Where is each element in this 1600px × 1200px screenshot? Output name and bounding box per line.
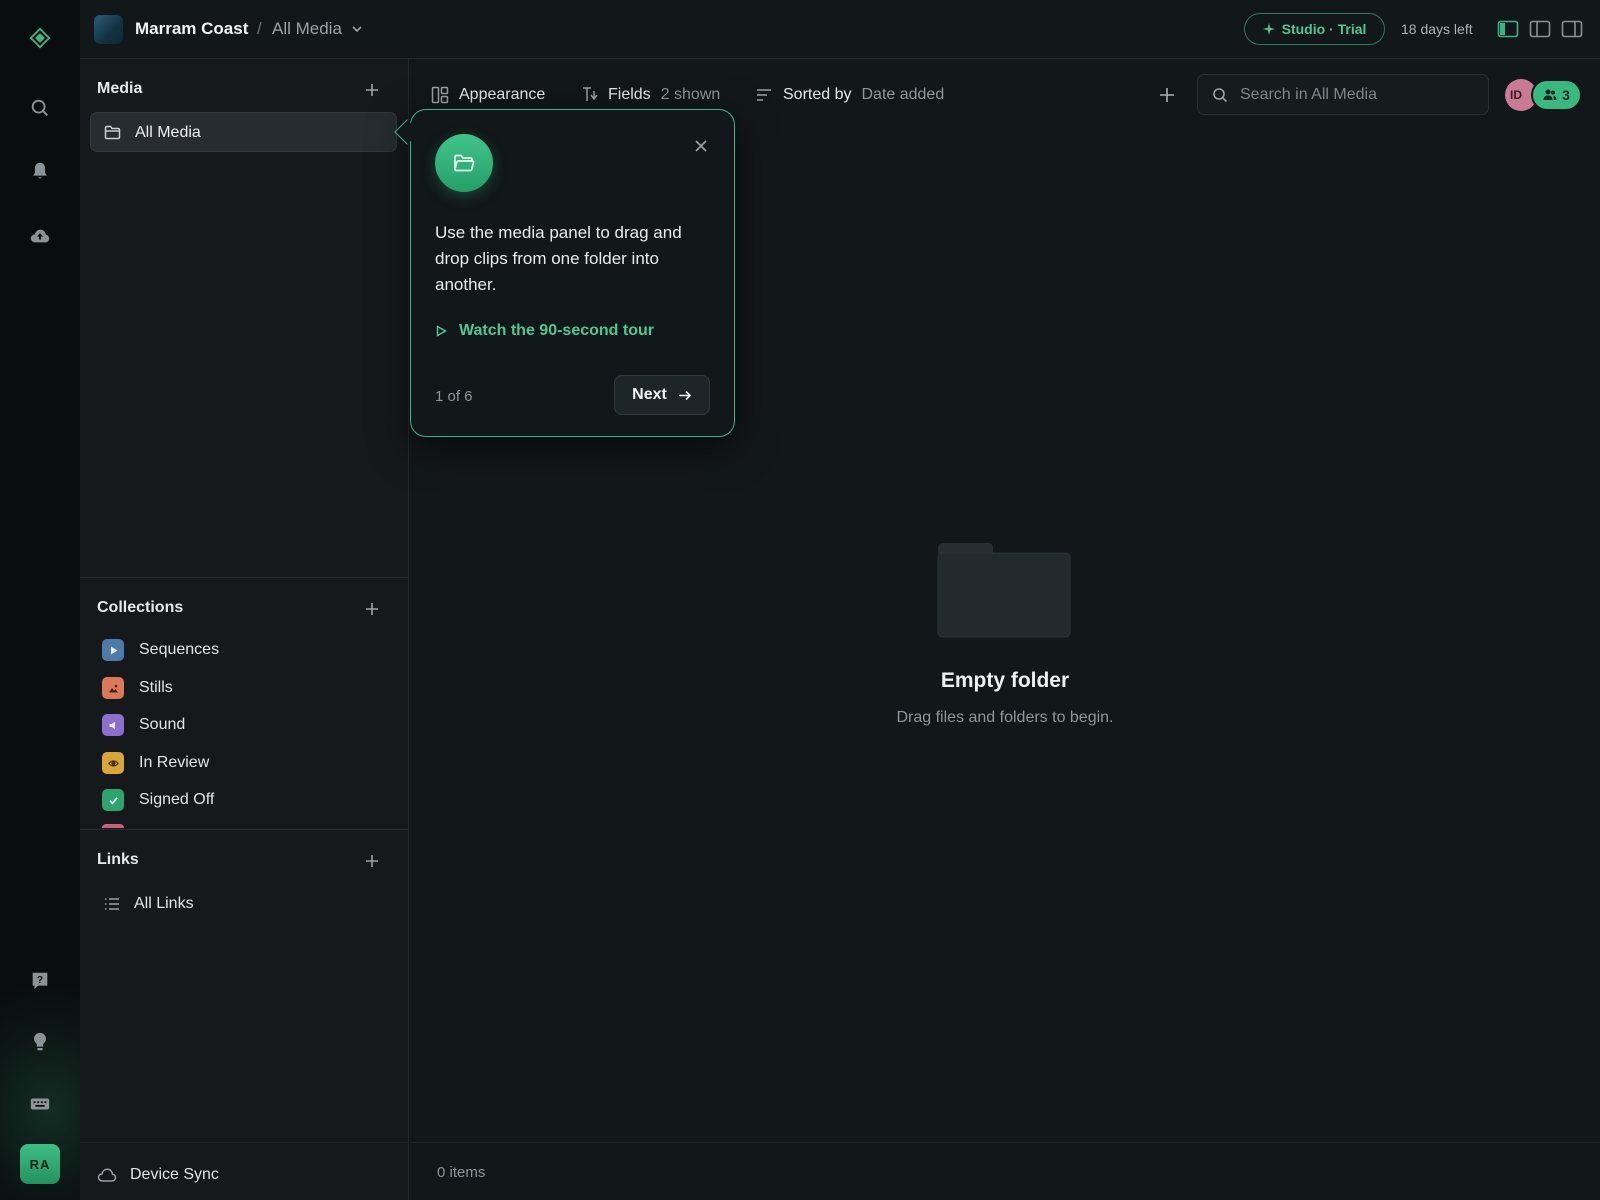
coachmark-popover: Use the media panel to drag and drop cli…	[410, 109, 735, 437]
collection-stills[interactable]: Stills	[102, 676, 173, 700]
collection-label: Signed Off	[139, 791, 215, 808]
add-link-icon[interactable]	[364, 853, 380, 869]
sidebar-item-all-media[interactable]: All Media	[90, 112, 397, 152]
add-media-icon[interactable]	[364, 82, 380, 98]
keyboard-icon[interactable]	[24, 1088, 56, 1120]
collection-overflow-swatch	[102, 824, 124, 828]
breadcrumb-separator: /	[257, 19, 262, 38]
members-button[interactable]: 3	[1531, 79, 1582, 111]
layout-grid-icon	[431, 86, 449, 104]
logo-icon[interactable]	[24, 22, 56, 54]
appearance-label: Appearance	[459, 86, 546, 103]
lightbulb-icon[interactable]	[24, 1026, 56, 1058]
speaker-icon	[102, 714, 124, 736]
sidebar-item-all-links[interactable]: All Links	[104, 895, 194, 913]
sidebar-item-label: All Media	[135, 124, 201, 141]
collection-label: Sequences	[139, 641, 220, 658]
cloud-upload-icon[interactable]	[24, 220, 56, 252]
fields-button[interactable]: Fields 2 shown	[580, 86, 720, 104]
collection-sequences[interactable]: Sequences	[102, 638, 219, 662]
watch-tour-label: Watch the 90-second tour	[459, 322, 654, 339]
collection-signed-off[interactable]: Signed Off	[102, 788, 214, 812]
media-section-title: Media	[97, 80, 143, 97]
device-sync-label: Device Sync	[130, 1166, 219, 1183]
fields-value: 2 shown	[660, 86, 721, 103]
image-icon	[102, 677, 124, 699]
top-bar: Marram Coast / All Media Studio · Trial …	[80, 0, 1600, 59]
trial-badge[interactable]: Studio · Trial	[1244, 13, 1385, 45]
divider	[80, 829, 409, 830]
list-icon	[105, 898, 119, 910]
help-icon[interactable]: ?	[24, 965, 56, 997]
empty-state-title: Empty folder	[940, 669, 1070, 692]
sort-arrows-icon	[583, 87, 598, 101]
folder-icon	[104, 125, 121, 140]
empty-state-subtitle: Drag files and folders to begin.	[896, 709, 1114, 726]
appearance-button[interactable]: Appearance	[431, 86, 545, 104]
search-icon	[1213, 88, 1228, 103]
sparkle-icon	[1262, 23, 1275, 35]
close-icon[interactable]	[693, 138, 709, 154]
layout-split-icon[interactable]	[1529, 19, 1551, 39]
sorted-value: Date added	[861, 86, 945, 103]
add-collection-icon[interactable]	[364, 601, 380, 617]
layout-left-panel-icon[interactable]	[1497, 19, 1519, 39]
arrow-right-icon	[678, 390, 691, 400]
next-button[interactable]: Next	[614, 375, 710, 415]
fields-label: Fields	[608, 86, 651, 103]
search-field[interactable]	[1197, 74, 1489, 115]
eye-icon	[102, 752, 124, 774]
watch-tour-link[interactable]: Watch the 90-second tour	[435, 322, 654, 340]
collection-in-review[interactable]: In Review	[102, 751, 209, 775]
layout-right-panel-icon[interactable]	[1561, 19, 1583, 39]
status-bar: 0 items	[410, 1142, 1600, 1200]
next-label: Next	[632, 386, 667, 403]
breadcrumb-current[interactable]: All Media	[272, 19, 342, 39]
days-left: 18 days left	[1401, 21, 1473, 37]
collections-section-title: Collections	[97, 599, 184, 616]
item-count: 0 items	[437, 1164, 486, 1181]
users-icon	[1543, 89, 1557, 100]
svg-text:?: ?	[37, 975, 43, 986]
search-icon[interactable]	[24, 92, 56, 124]
breadcrumb-project[interactable]: Marram Coast	[135, 19, 248, 39]
divider	[80, 577, 409, 578]
collection-label: Stills	[139, 679, 173, 696]
member-count: 3	[1562, 87, 1570, 103]
play-outline-icon	[436, 325, 447, 337]
project-thumbnail[interactable]	[94, 15, 123, 44]
coachmark-body: Use the media panel to drag and drop cli…	[435, 223, 682, 294]
empty-folder-icon	[937, 543, 1071, 638]
trial-label: Studio · Trial	[1281, 21, 1367, 37]
collection-sound[interactable]: Sound	[102, 713, 185, 737]
chevron-down-icon[interactable]	[350, 22, 364, 36]
check-icon	[102, 789, 124, 811]
media-panel: Media All Media Collections Sequences St…	[80, 59, 409, 1200]
search-input[interactable]	[1240, 84, 1480, 106]
sort-lines-icon	[757, 89, 771, 101]
icon-rail: ? RA	[0, 0, 80, 1200]
sidebar-item-label: All Links	[134, 895, 194, 912]
links-section-title: Links	[97, 851, 139, 868]
step-counter: 1 of 6	[435, 388, 473, 405]
bell-icon[interactable]	[24, 155, 56, 187]
sorted-label: Sorted by	[783, 86, 852, 103]
cloud-icon	[97, 1168, 117, 1182]
play-icon	[102, 639, 124, 661]
add-icon[interactable]	[1158, 86, 1176, 104]
sort-button[interactable]: Sorted by Date added	[755, 86, 944, 104]
user-avatar[interactable]: RA	[20, 1144, 60, 1184]
collection-label: Sound	[139, 716, 186, 733]
folder-open-icon	[435, 134, 493, 192]
collection-label: In Review	[139, 754, 210, 771]
divider	[80, 1142, 409, 1143]
device-sync[interactable]: Device Sync	[97, 1166, 219, 1184]
